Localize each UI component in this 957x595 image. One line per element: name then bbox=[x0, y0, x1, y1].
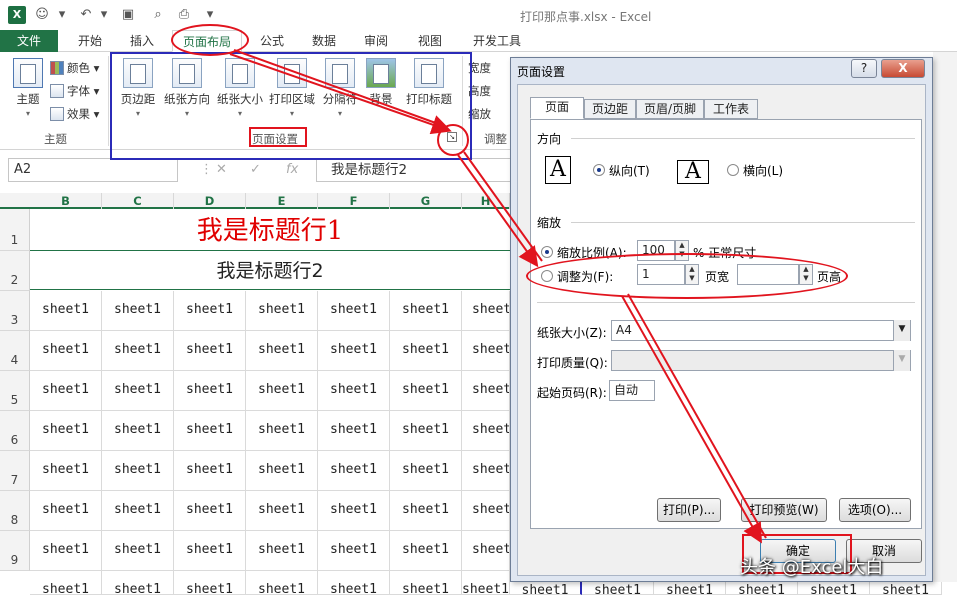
arrow-to-launcher-outline bbox=[233, 49, 445, 127]
watermark-text: 头条 @Excel大白 bbox=[740, 557, 884, 578]
arrow-to-fit-to-outline bbox=[463, 151, 543, 262]
annotation-arrows bbox=[229, 49, 767, 544]
arrow-to-fit-to bbox=[457, 154, 539, 268]
arrow-to-launcher bbox=[229, 53, 452, 135]
arrow-to-ok bbox=[621, 295, 762, 544]
arrow-to-ok-outline bbox=[627, 293, 767, 539]
